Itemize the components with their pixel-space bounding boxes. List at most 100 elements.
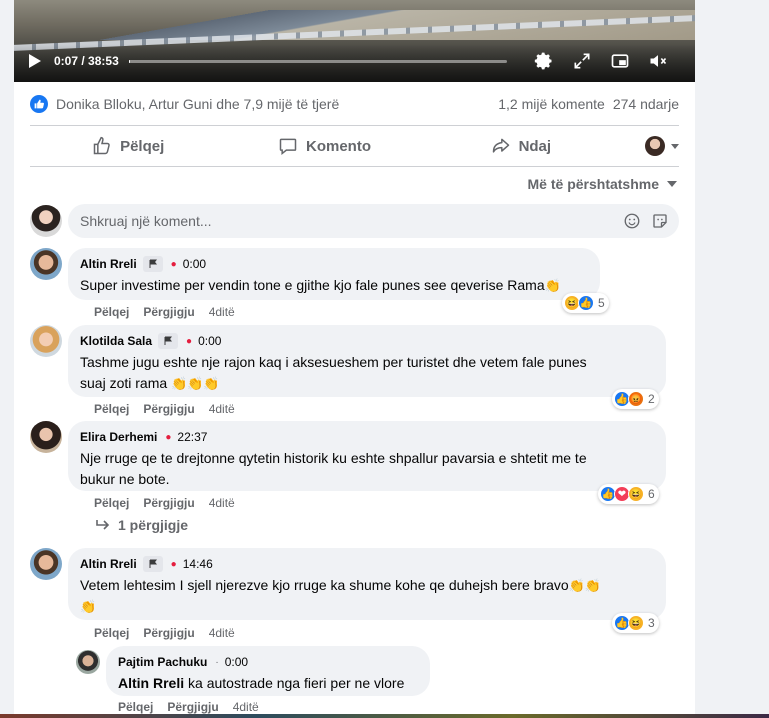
like-reaction-icon xyxy=(30,95,48,113)
comment-button[interactable]: Komento xyxy=(226,128,422,164)
comment: Altin Rreli ● 14:46 Vetem lehtesim I sje… xyxy=(30,548,679,642)
write-comment-row: Shkruaj një koment... xyxy=(30,204,679,238)
comment-actions: Pëlqej Përgjigju 4ditë xyxy=(94,402,235,416)
page-background-right xyxy=(695,0,769,718)
reaction-summary[interactable]: 👍 ❤ 😆 6 xyxy=(598,484,659,504)
comment-actions: Pëlqej Përgjigju 4ditë xyxy=(94,496,235,510)
flag-icon[interactable] xyxy=(158,333,179,349)
likers-summary[interactable]: Donika Blloku, Artur Guni dhe 7,9 mijë t… xyxy=(56,96,339,112)
comment-text: Vetem lehtesim I sjell njerezve kjo rrug… xyxy=(80,575,654,617)
comment-like-link[interactable]: Pëlqej xyxy=(94,626,129,640)
comment-author[interactable]: Elira Derhemi xyxy=(80,430,157,444)
comment-reply-link[interactable]: Përgjigju xyxy=(143,496,194,510)
share-button[interactable]: Ndaj xyxy=(423,128,619,164)
comment-like-link[interactable]: Pëlqej xyxy=(94,305,129,319)
bottom-edge xyxy=(0,714,769,718)
reaction-summary[interactable]: 👍 😡 2 xyxy=(612,389,659,409)
video-scrubber[interactable] xyxy=(128,59,507,63)
separator-dot: · xyxy=(215,656,219,668)
comment-actions: Pëlqej Përgjigju 4ditë xyxy=(94,626,235,640)
live-dot-icon: ● xyxy=(170,558,177,570)
flag-icon[interactable] xyxy=(142,256,163,272)
fullscreen-icon[interactable] xyxy=(571,50,593,72)
comment-bubble-icon xyxy=(279,138,297,156)
comment: Altin Rreli ● 0:00 Super investime per v… xyxy=(30,248,679,320)
avatar[interactable] xyxy=(30,548,62,580)
comment-bubble: Altin Rreli ● 0:00 Super investime per v… xyxy=(68,248,600,300)
video-timestamp[interactable]: 0:00 xyxy=(225,655,248,669)
shares-count[interactable]: 274 ndarje xyxy=(613,96,679,112)
video-timestamp[interactable]: 0:00 xyxy=(198,334,221,348)
post-actions: Pëlqej Komento Ndaj xyxy=(30,128,679,164)
comment-text: Nje rruge qe te drejtonne qytetin histor… xyxy=(80,450,587,487)
reaction-summary[interactable]: 😆 👍 5 xyxy=(562,293,609,313)
muted-volume-icon[interactable] xyxy=(647,50,669,72)
comment: Klotilda Sala ● 0:00 Tashme jugu eshte n… xyxy=(30,325,679,417)
video-player[interactable]: 0:07 / 38:53 xyxy=(14,0,695,82)
avatar[interactable] xyxy=(30,325,62,357)
clapping-emoji-icon: 👏 xyxy=(544,278,561,293)
post-stats: Donika Blloku, Artur Guni dhe 7,9 mijë t… xyxy=(30,92,679,116)
haha-reaction-icon: 😆 xyxy=(628,486,644,502)
video-timestamp[interactable]: 14:46 xyxy=(183,557,213,571)
clapping-emoji-icon: 👏👏👏 xyxy=(171,376,220,391)
emoji-icon[interactable] xyxy=(623,212,641,230)
reaction-summary[interactable]: 👍 😆 3 xyxy=(612,613,659,633)
clapping-emoji-icon: 👏👏 xyxy=(568,578,602,593)
like-reaction-icon: 👍 xyxy=(578,295,594,311)
video-timestamp[interactable]: 0:00 xyxy=(183,257,206,271)
video-controls: 0:07 / 38:53 xyxy=(14,50,695,72)
video-timestamp[interactable]: 22:37 xyxy=(177,430,207,444)
view-replies-link[interactable]: 1 përgjigje xyxy=(96,517,188,533)
profile-avatar xyxy=(644,136,665,156)
comment-bubble: Klotilda Sala ● 0:00 Tashme jugu eshte n… xyxy=(68,325,666,397)
post-card: 0:07 / 38:53 Donika Blloku, Artur Guni d… xyxy=(14,0,695,718)
comment-like-link[interactable]: Pëlqej xyxy=(118,700,153,714)
avatar[interactable] xyxy=(76,650,100,674)
live-dot-icon: ● xyxy=(170,258,177,270)
comment-bubble: Pajtim Pachuku · 0:00 Altin Rreli ka aut… xyxy=(106,646,430,696)
share-arrow-icon xyxy=(492,138,509,153)
post-as-selector[interactable] xyxy=(619,136,679,156)
angry-reaction-icon: 😡 xyxy=(628,391,644,407)
clapping-emoji-icon: 👏 xyxy=(80,599,97,614)
comment-age[interactable]: 4ditë xyxy=(233,700,259,714)
comment-reply-link[interactable]: Përgjigju xyxy=(167,700,218,714)
divider xyxy=(30,166,679,167)
sticker-icon[interactable] xyxy=(651,212,669,230)
live-dot-icon: ● xyxy=(165,431,172,443)
comment-author[interactable]: Pajtim Pachuku xyxy=(118,655,207,669)
comment-like-link[interactable]: Pëlqej xyxy=(94,402,129,416)
divider xyxy=(30,125,679,126)
settings-gear-icon[interactable] xyxy=(533,50,555,72)
comment-reply-link[interactable]: Përgjigju xyxy=(143,305,194,319)
live-dot-icon: ● xyxy=(186,335,193,347)
comment-age[interactable]: 4ditë xyxy=(209,402,235,416)
comment-author[interactable]: Altin Rreli xyxy=(80,557,137,571)
comment-age[interactable]: 4ditë xyxy=(209,496,235,510)
comment-bubble: Elira Derhemi ● 22:37 Nje rruge qe te dr… xyxy=(68,421,666,491)
flag-icon[interactable] xyxy=(142,556,163,572)
comment-actions: Pëlqej Përgjigju 4ditë xyxy=(118,700,259,714)
comment-sort-dropdown[interactable]: Më të përshtatshme xyxy=(528,176,677,192)
comment-reply-link[interactable]: Përgjigju xyxy=(143,626,194,640)
avatar[interactable] xyxy=(30,248,62,280)
comment-input[interactable]: Shkruaj një koment... xyxy=(68,204,679,238)
comment-age[interactable]: 4ditë xyxy=(209,305,235,319)
thumbs-up-icon xyxy=(93,136,110,155)
reply-comment: Pajtim Pachuku · 0:00 Altin Rreli ka aut… xyxy=(76,646,679,714)
avatar[interactable] xyxy=(30,205,62,237)
comment-like-link[interactable]: Pëlqej xyxy=(94,496,129,510)
mini-player-icon[interactable] xyxy=(609,50,631,72)
comment-author[interactable]: Klotilda Sala xyxy=(80,334,152,348)
comment-age[interactable]: 4ditë xyxy=(209,626,235,640)
comment-author[interactable]: Altin Rreli xyxy=(80,257,137,271)
comment: Elira Derhemi ● 22:37 Nje rruge qe te dr… xyxy=(30,421,679,541)
play-icon[interactable] xyxy=(28,53,42,69)
comment-reply-link[interactable]: Përgjigju xyxy=(143,402,194,416)
avatar[interactable] xyxy=(30,421,62,453)
comments-count[interactable]: 1,2 mijë komente xyxy=(498,96,605,112)
mention-link[interactable]: Altin Rreli xyxy=(118,675,184,691)
reply-arrow-icon xyxy=(96,520,110,530)
like-button[interactable]: Pëlqej xyxy=(30,128,226,164)
